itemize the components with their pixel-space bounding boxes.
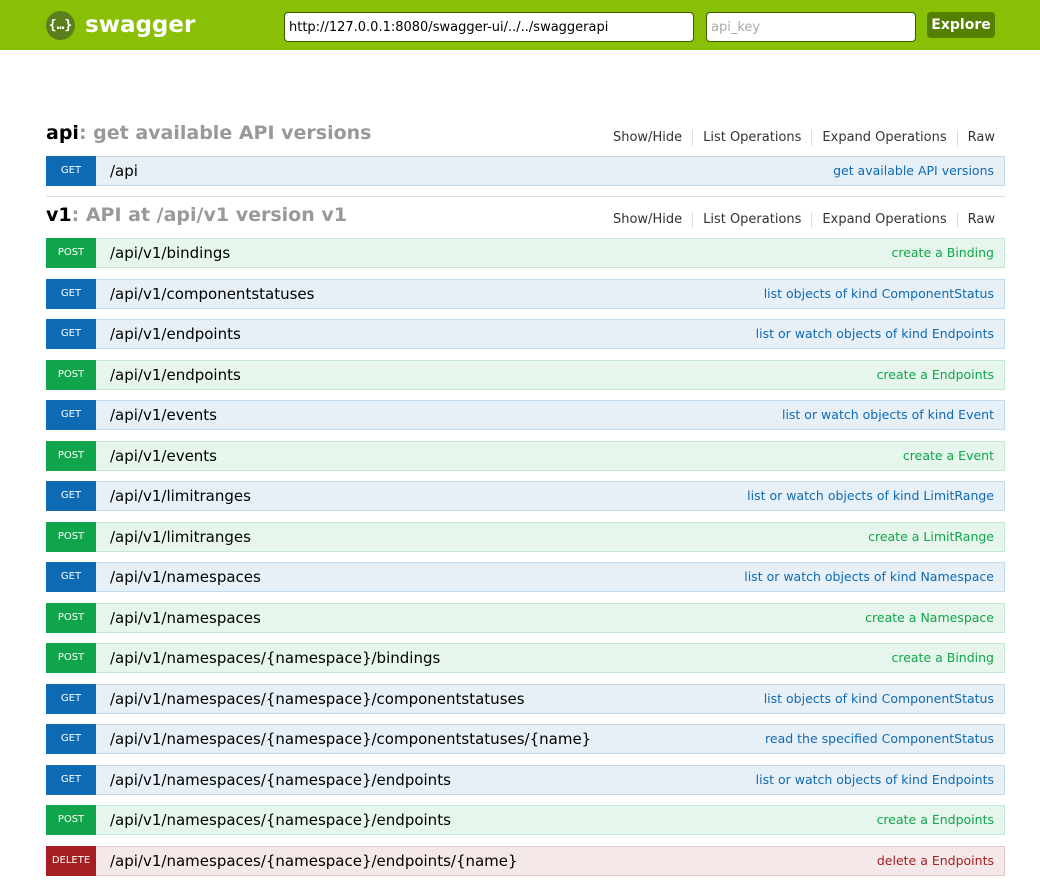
operation-row-get[interactable]: GET/api/v1/events list or watch objects o… <box>46 400 1005 430</box>
operation-row-post[interactable]: POST/api/v1/bindings create a Binding <box>46 238 1005 268</box>
operation-row-get[interactable]: GET/api/v1/namespaces/{namespace}/compon… <box>46 683 1005 714</box>
operation-path[interactable]: /api/v1/namespaces/{namespace}/component… <box>110 685 525 713</box>
resource-name: v1 <box>46 204 72 226</box>
http-method-badge[interactable]: POST <box>46 521 96 552</box>
operation-summary[interactable]: create a Namespace <box>865 604 994 632</box>
operation-path[interactable]: /api/v1/limitranges <box>110 523 251 551</box>
http-method-badge[interactable]: GET <box>46 683 96 714</box>
http-method-badge[interactable]: GET <box>46 481 96 511</box>
operation-summary[interactable]: list or watch objects of kind Event <box>782 401 994 429</box>
operation-row-post[interactable]: POST/api/v1/events create a Event <box>46 440 1005 471</box>
http-method-badge[interactable]: GET <box>46 278 96 309</box>
resource-name: api <box>46 122 79 144</box>
http-method-badge[interactable]: GET <box>46 319 96 349</box>
operation-summary[interactable]: list or watch objects of kind Endpoints <box>756 766 994 794</box>
operation-summary[interactable]: create a Endpoints <box>877 806 994 834</box>
operation-path[interactable]: /api/v1/namespaces <box>110 563 261 591</box>
operation-summary[interactable]: list objects of kind ComponentStatus <box>764 280 994 308</box>
operation-summary[interactable]: create a Endpoints <box>877 361 994 389</box>
swagger-logo-icon: {…} <box>46 10 75 40</box>
http-method-badge[interactable]: POST <box>46 359 96 390</box>
operation-row-get[interactable]: GET/api get available API versions <box>46 156 1005 186</box>
http-method-badge[interactable]: POST <box>46 238 96 268</box>
operation-row-post[interactable]: POST/api/v1/endpoints create a Endpoints <box>46 359 1005 390</box>
http-method-badge[interactable]: GET <box>46 156 96 186</box>
operation-path[interactable]: /api/v1/namespaces/{namespace}/component… <box>110 725 591 753</box>
api-key-input[interactable] <box>706 12 916 42</box>
operation-summary[interactable]: create a Binding <box>891 239 994 267</box>
http-method-badge[interactable]: POST <box>46 805 96 835</box>
operation-row-post[interactable]: POST/api/v1/namespaces/{namespace}/bindi… <box>46 643 1005 673</box>
operation-path[interactable]: /api/v1/namespaces/{namespace}/endpoints… <box>110 847 518 875</box>
operation-path[interactable]: /api/v1/componentstatuses <box>110 280 314 308</box>
swagger-logo[interactable]: {…} swagger <box>46 9 195 41</box>
operation-path[interactable]: /api/v1/limitranges <box>110 482 251 510</box>
operation-path[interactable]: /api/v1/bindings <box>110 239 230 267</box>
operation-summary[interactable]: list or watch objects of kind Endpoints <box>756 320 994 348</box>
http-method-badge[interactable]: GET <box>46 400 96 430</box>
resource-header: api: get available API versions Show/Hid… <box>46 122 1005 152</box>
raw-link[interactable]: Raw <box>956 212 995 228</box>
operation-summary[interactable]: create a Event <box>903 442 994 470</box>
operation-list-api: GET/api get available API versions <box>46 156 1005 197</box>
operation-summary[interactable]: create a LimitRange <box>868 523 994 551</box>
resource-description: : API at /api/v1 version v1 <box>71 204 347 226</box>
operation-list-v1: POST/api/v1/bindings create a Binding GET /… <box>46 238 1005 886</box>
resource-title[interactable]: v1: API at /api/v1 version v1 <box>46 204 347 226</box>
resource-divider <box>46 196 1005 197</box>
resource-links: Show/Hide List Operations Expand Operati… <box>613 212 995 228</box>
resource-api: api: get available API versions Show/Hid… <box>46 122 1005 152</box>
http-method-badge[interactable]: POST <box>46 643 96 673</box>
resource-links: Show/Hide List Operations Expand Operati… <box>613 130 995 146</box>
operation-path[interactable]: /api/v1/namespaces/{namespace}/bindings <box>110 644 440 672</box>
operation-path[interactable]: /api <box>110 157 138 185</box>
operation-row-post[interactable]: POST/api/v1/limitranges create a LimitRan… <box>46 521 1005 552</box>
operation-row-delete[interactable]: DELETE/api/v1/namespaces/{namespace}/end… <box>46 845 1005 876</box>
operation-path[interactable]: /api/v1/events <box>110 401 217 429</box>
raw-link[interactable]: Raw <box>956 130 995 146</box>
show-hide-link[interactable]: Show/Hide <box>613 212 692 228</box>
explore-button[interactable]: Explore <box>927 12 995 38</box>
resource-v1: v1: API at /api/v1 version v1 Show/Hide … <box>46 204 1005 234</box>
operation-row-get[interactable]: GET/api/v1/endpoints list or watch object… <box>46 319 1005 349</box>
list-operations-link[interactable]: List Operations <box>692 212 811 228</box>
operation-row-get[interactable]: GET/api/v1/namespaces/{namespace}/compon… <box>46 724 1005 754</box>
expand-operations-link[interactable]: Expand Operations <box>811 212 956 228</box>
operation-row-post[interactable]: POST/api/v1/namespaces create a Namespace <box>46 602 1005 633</box>
resource-title[interactable]: api: get available API versions <box>46 122 372 144</box>
swagger-logo-text: swagger <box>85 12 196 38</box>
http-method-badge[interactable]: GET <box>46 562 96 592</box>
http-method-badge[interactable]: POST <box>46 440 96 471</box>
operation-row-get[interactable]: GET/api/v1/componentstatuses list objects… <box>46 278 1005 309</box>
operation-path[interactable]: /api/v1/namespaces/{namespace}/endpoints <box>110 806 451 834</box>
operation-path[interactable]: /api/v1/endpoints <box>110 361 241 389</box>
operation-summary[interactable]: create a Binding <box>891 644 994 672</box>
operation-summary[interactable]: list objects of kind ComponentStatus <box>764 685 994 713</box>
operation-row-get[interactable]: GET/api/v1/namespaces list or watch objec… <box>46 562 1005 592</box>
operation-row-get[interactable]: GET/api/v1/limitranges list or watch obje… <box>46 481 1005 511</box>
operation-path[interactable]: /api/v1/namespaces <box>110 604 261 632</box>
operation-summary[interactable]: list or watch objects of kind Namespace <box>744 563 994 591</box>
resource-description: : get available API versions <box>78 122 372 144</box>
operation-row-post[interactable]: POST/api/v1/namespaces/{namespace}/endpo… <box>46 805 1005 835</box>
api-url-input[interactable] <box>284 12 694 42</box>
operation-summary[interactable]: list or watch objects of kind LimitRange <box>747 482 994 510</box>
http-method-badge[interactable]: POST <box>46 602 96 633</box>
operation-summary[interactable]: delete a Endpoints <box>877 847 994 875</box>
http-method-badge[interactable]: DELETE <box>46 845 96 876</box>
show-hide-link[interactable]: Show/Hide <box>613 130 692 146</box>
operation-path[interactable]: /api/v1/endpoints <box>110 320 241 348</box>
resource-header: v1: API at /api/v1 version v1 Show/Hide … <box>46 204 1005 234</box>
operation-summary[interactable]: get available API versions <box>833 157 994 185</box>
top-bar: {…} swagger Explore <box>0 0 1040 50</box>
operation-row-get[interactable]: GET/api/v1/namespaces/{namespace}/endpoi… <box>46 764 1005 795</box>
list-operations-link[interactable]: List Operations <box>692 130 811 146</box>
http-method-badge[interactable]: GET <box>46 724 96 754</box>
http-method-badge[interactable]: GET <box>46 764 96 795</box>
expand-operations-link[interactable]: Expand Operations <box>811 130 956 146</box>
operation-path[interactable]: /api/v1/namespaces/{namespace}/endpoints <box>110 766 451 794</box>
operation-path[interactable]: /api/v1/events <box>110 442 217 470</box>
operation-summary[interactable]: read the specified ComponentStatus <box>765 725 994 753</box>
